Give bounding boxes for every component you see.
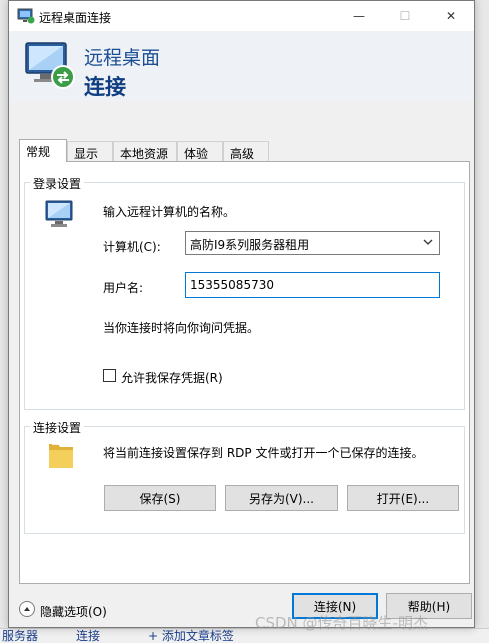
remote-desktop-monitor-icon xyxy=(22,37,78,93)
username-input[interactable]: 15355085730 xyxy=(185,272,440,298)
title-bar: 远程桌面连接 — ☐ ✕ xyxy=(9,1,474,31)
tab-general[interactable]: 常规 xyxy=(19,139,67,162)
hide-options-link[interactable]: 隐藏选项(O) xyxy=(40,603,107,620)
close-button[interactable]: ✕ xyxy=(428,1,474,31)
background-tab-server: 服务器 xyxy=(2,629,39,643)
open-button[interactable]: 打开(E)... xyxy=(347,485,459,511)
collapse-options-icon[interactable] xyxy=(19,601,35,617)
computer-label: 计算机(C): xyxy=(103,240,161,254)
save-button[interactable]: 保存(S) xyxy=(104,485,216,511)
remote-desktop-app-icon xyxy=(17,8,35,24)
background-desktop-left xyxy=(0,0,8,643)
connection-description: 将当前连接设置保存到 RDP 文件或打开一个已保存的连接。 xyxy=(103,446,424,460)
connection-settings-group xyxy=(24,426,465,534)
background-tab-connect: 连接 xyxy=(76,629,101,643)
tab-advanced[interactable]: 高级 xyxy=(223,141,269,161)
remote-desktop-window: 远程桌面连接 — ☐ ✕ 远程桌面 连接 常规 显示 本地资源 体验 高级 登录… xyxy=(8,0,475,628)
computer-select-value: 高防I9系列服务器租用 xyxy=(190,238,310,252)
folder-icon xyxy=(46,438,76,472)
connection-settings-label: 连接设置 xyxy=(30,419,85,436)
csdn-watermark: CSDN @传奇百晓生-明杰 xyxy=(255,614,428,632)
username-label: 用户名: xyxy=(103,281,144,295)
login-instruction: 输入远程计算机的名称。 xyxy=(103,205,236,219)
header-title-line2: 连接 xyxy=(84,75,126,99)
tab-display[interactable]: 显示 xyxy=(67,141,113,161)
minimize-button[interactable]: — xyxy=(336,1,382,31)
general-tab-panel: 登录设置 输入远程计算机的名称。 计算机(C): 高防I9系列服务器租用 用户名… xyxy=(19,161,470,584)
save-as-button[interactable]: 另存为(V)... xyxy=(225,485,338,511)
save-credentials-checkbox[interactable] xyxy=(103,369,116,382)
header-banner: 远程桌面 连接 xyxy=(9,31,474,101)
save-credentials-label[interactable]: 允许我保存凭据(R) xyxy=(121,369,223,386)
background-tab-add-tag: + 添加文章标签 xyxy=(148,629,234,643)
computer-select[interactable]: 高防I9系列服务器租用 xyxy=(185,231,440,255)
login-settings-label: 登录设置 xyxy=(30,175,85,192)
credentials-prompt-text: 当你连接时将向你询问凭据。 xyxy=(103,321,260,335)
header-title-line1: 远程桌面 xyxy=(84,47,161,69)
computer-icon xyxy=(42,199,78,231)
tab-experience[interactable]: 体验 xyxy=(177,141,223,161)
chevron-down-icon xyxy=(423,237,433,250)
maximize-button[interactable]: ☐ xyxy=(382,1,428,31)
tab-local-resources[interactable]: 本地资源 xyxy=(113,141,177,161)
window-title: 远程桌面连接 xyxy=(39,11,112,25)
